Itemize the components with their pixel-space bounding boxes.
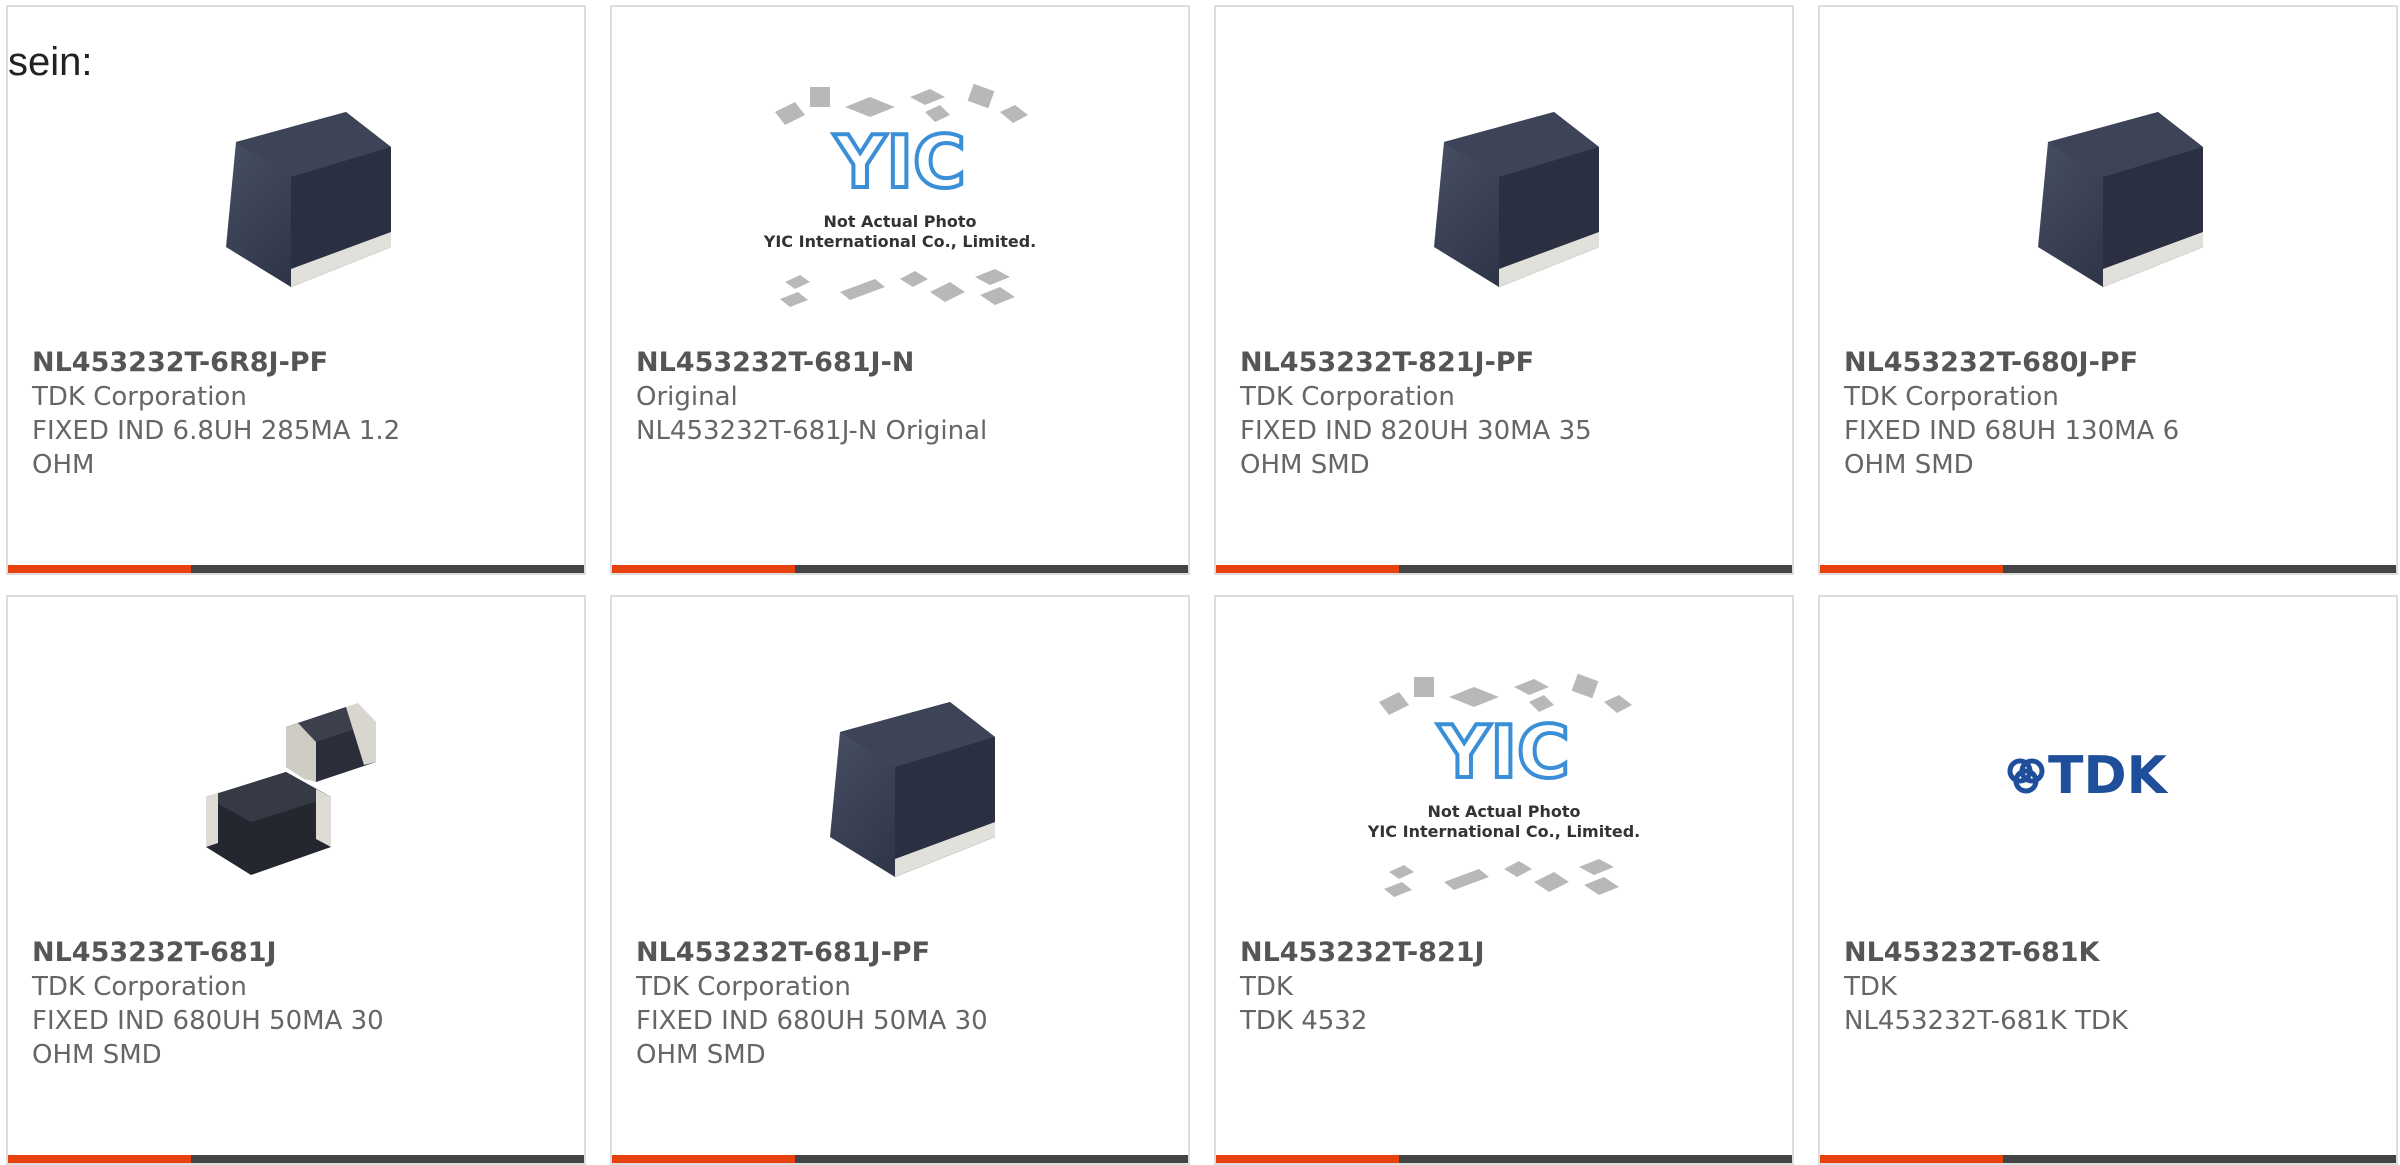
product-card[interactable]: YIC Not Actual Photo YIC International C… xyxy=(610,5,1190,575)
description: NL453232T-681J-N Original xyxy=(636,416,988,446)
inductor-pair-image xyxy=(206,703,376,875)
product-card[interactable]: NL453232T-6R8J-PF TDK Corporation FIXED … xyxy=(6,5,586,575)
manufacturer: TDK Corporation xyxy=(32,382,247,412)
tdk-logo-image: TDK xyxy=(2007,747,2169,806)
tdk-emblem-icon xyxy=(2007,758,2045,794)
product-card[interactable]: NL453232T-821J-PF TDK Corporation FIXED … xyxy=(1214,5,1794,575)
card-accent-bar xyxy=(1216,1155,1399,1163)
product-card[interactable]: TDK NL453232T-681K TDK NL453232T-681K TD… xyxy=(1818,595,2398,1165)
product-image[interactable]: TDK xyxy=(1820,637,2396,937)
inductor-chip-image xyxy=(2038,112,2203,287)
product-image[interactable]: YIC Not Actual Photo YIC International C… xyxy=(1216,637,1792,937)
card-accent-bar xyxy=(612,1155,795,1163)
placeholder-note-1: Not Actual Photo xyxy=(1427,802,1580,821)
inductor-chip-image xyxy=(226,112,391,287)
product-card[interactable]: NL453232T-681J-PF TDK Corporation FIXED … xyxy=(610,595,1190,1165)
placeholder-note-2: YIC International Co., Limited. xyxy=(763,232,1036,251)
yic-placeholder-image: YIC Not Actual Photo YIC International C… xyxy=(763,83,1036,307)
card-accent-bar xyxy=(8,565,191,573)
manufacturer: TDK Corporation xyxy=(1240,382,1455,412)
yic-logo: YIC xyxy=(833,120,966,204)
manufacturer: TDK xyxy=(1240,972,1293,1002)
part-number[interactable]: NL453232T-681J xyxy=(32,936,560,970)
card-accent-bar xyxy=(612,565,795,573)
card-bottom-bar xyxy=(612,565,1188,573)
product-image[interactable] xyxy=(8,637,584,937)
product-image[interactable] xyxy=(1820,47,2396,347)
description: TDK 4532 xyxy=(1240,1006,1368,1036)
part-number[interactable]: NL453232T-821J xyxy=(1240,936,1768,970)
description: FIXED IND 680UH 50MA 30 OHM SMD xyxy=(32,1006,384,1070)
inductor-chip-image xyxy=(1434,112,1599,287)
card-bottom-bar xyxy=(8,565,584,573)
card-bottom-bar xyxy=(1820,1155,2396,1163)
manufacturer: TDK Corporation xyxy=(32,972,247,1002)
card-bottom-bar xyxy=(8,1155,584,1163)
card-bottom-bar xyxy=(1216,1155,1792,1163)
product-grid: NL453232T-6R8J-PF TDK Corporation FIXED … xyxy=(6,5,2398,1165)
card-accent-bar xyxy=(1820,565,2003,573)
product-card[interactable]: YIC Not Actual Photo YIC International C… xyxy=(1214,595,1794,1165)
part-number[interactable]: NL453232T-681K xyxy=(1844,936,2372,970)
part-number[interactable]: NL453232T-681J-N xyxy=(636,346,1164,380)
product-image[interactable]: YIC Not Actual Photo YIC International C… xyxy=(612,47,1188,347)
part-number[interactable]: NL453232T-680J-PF xyxy=(1844,346,2372,380)
yic-placeholder-image: YIC Not Actual Photo YIC International C… xyxy=(1367,673,1640,897)
description: FIXED IND 68UH 130MA 6 OHM SMD xyxy=(1844,416,2180,480)
description: FIXED IND 6.8UH 285MA 1.2 OHM xyxy=(32,416,401,480)
intro-text: sein: xyxy=(8,40,93,84)
part-number[interactable]: NL453232T-681J-PF xyxy=(636,936,1164,970)
placeholder-note-1: Not Actual Photo xyxy=(823,212,976,231)
description: FIXED IND 820UH 30MA 35 OHM SMD xyxy=(1240,416,1592,480)
placeholder-note-2: YIC International Co., Limited. xyxy=(1367,822,1640,841)
manufacturer: TDK Corporation xyxy=(636,972,851,1002)
product-card[interactable]: NL453232T-680J-PF TDK Corporation FIXED … xyxy=(1818,5,2398,575)
product-card[interactable]: NL453232T-681J TDK Corporation FIXED IND… xyxy=(6,595,586,1165)
description: FIXED IND 680UH 50MA 30 OHM SMD xyxy=(636,1006,988,1070)
product-image[interactable] xyxy=(8,47,584,347)
inductor-chip-image xyxy=(830,702,995,877)
part-number[interactable]: NL453232T-821J-PF xyxy=(1240,346,1768,380)
card-bottom-bar xyxy=(612,1155,1188,1163)
manufacturer: TDK xyxy=(1844,972,1897,1002)
product-image[interactable] xyxy=(612,637,1188,937)
manufacturer: TDK Corporation xyxy=(1844,382,2059,412)
part-number[interactable]: NL453232T-6R8J-PF xyxy=(32,346,560,380)
product-image[interactable] xyxy=(1216,47,1792,347)
card-accent-bar xyxy=(1820,1155,2003,1163)
card-bottom-bar xyxy=(1216,565,1792,573)
card-accent-bar xyxy=(1216,565,1399,573)
tdk-logo: TDK xyxy=(2048,747,2169,806)
yic-logo: YIC xyxy=(1437,710,1570,794)
card-bottom-bar xyxy=(1820,565,2396,573)
description: NL453232T-681K TDK xyxy=(1844,1006,2128,1036)
manufacturer: Original xyxy=(636,382,738,412)
card-accent-bar xyxy=(8,1155,191,1163)
